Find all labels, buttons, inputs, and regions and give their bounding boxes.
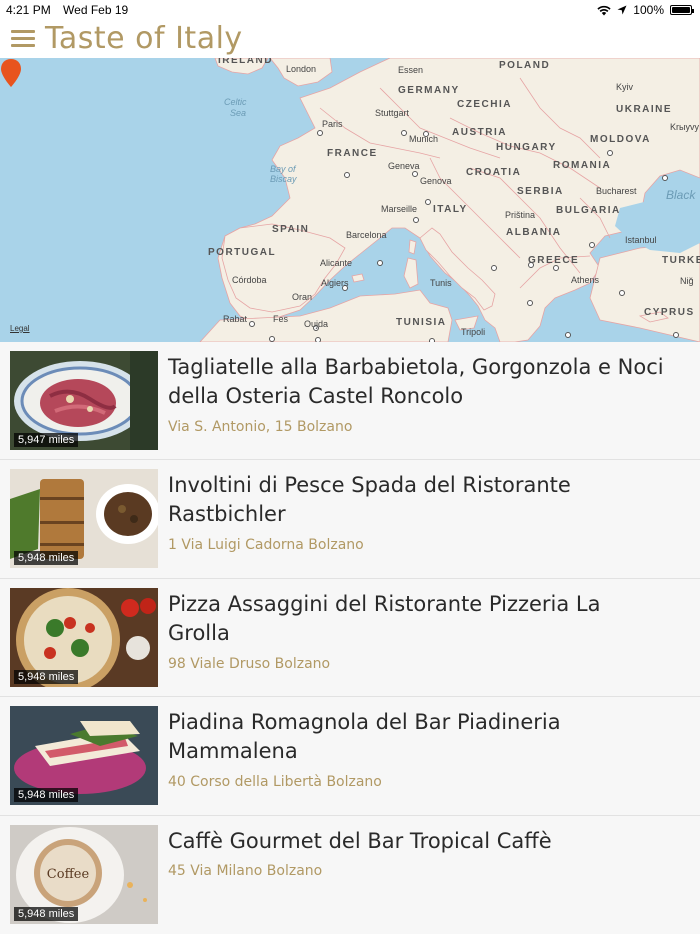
restaurant-row[interactable]: 5,948 miles Pizza Assaggini del Ristoran… bbox=[0, 578, 700, 698]
map-city-london: London bbox=[286, 64, 317, 74]
map-sea-black: Black bbox=[666, 188, 696, 202]
dish-thumbnail: Coffee 5,948 miles bbox=[10, 824, 158, 924]
location-arrow-icon bbox=[617, 5, 627, 15]
map-city-bucharest: Bucharest bbox=[596, 186, 637, 196]
map-city-marseille: Marseille bbox=[381, 204, 418, 214]
map-land bbox=[199, 58, 700, 342]
map-label-ireland: IRELAND bbox=[218, 58, 273, 66]
status-bar: 4:21 PM Wed Feb 19 100% bbox=[0, 0, 700, 20]
dish-thumbnail: 5,947 miles bbox=[10, 351, 158, 450]
restaurant-address: 45 Via Milano Bolzano bbox=[168, 862, 323, 879]
map-city-essen: Essen bbox=[398, 65, 424, 75]
map-sea-biscay-2: Biscay bbox=[270, 174, 297, 184]
map-city-barcelona: Barcelona bbox=[346, 230, 387, 240]
map-label-greece: GREECE bbox=[528, 255, 580, 266]
map-sea-biscay: Bay of bbox=[270, 164, 296, 174]
map-city-oujda: Oujda bbox=[304, 319, 329, 329]
map-city-geneva: Geneva bbox=[388, 161, 420, 171]
status-date: Wed Feb 19 bbox=[63, 3, 129, 17]
map-city-stuttgart: Stuttgart bbox=[375, 108, 410, 118]
map-city-kyiv: Kyiv bbox=[616, 82, 634, 92]
map-label-italy: ITALY bbox=[433, 204, 468, 215]
map-city-nigde: Niğ bbox=[680, 276, 694, 286]
map-label-tunisia: TUNISIA bbox=[396, 317, 447, 328]
battery-icon bbox=[670, 5, 694, 15]
restaurant-address: 98 Viale Druso Bolzano bbox=[168, 655, 331, 672]
restaurant-title: Pizza Assaggini del Ristorante Pizzeria … bbox=[168, 591, 601, 645]
restaurant-title: Piadina Romagnola del Bar Piadineria Mam… bbox=[168, 710, 561, 764]
restaurant-title: Involtini di Pesce Spada del Ristorante … bbox=[168, 473, 571, 527]
map-city-munich: Munich bbox=[409, 134, 439, 144]
map-city-alicante: Alicante bbox=[320, 258, 353, 268]
restaurant-address: 1 Via Luigi Cadorna Bolzano bbox=[168, 537, 364, 554]
map-city-tunis: Tunis bbox=[430, 278, 452, 288]
nav-bar: Taste of Italy bbox=[0, 20, 700, 58]
restaurant-address: 40 Corso della Libertà Bolzano bbox=[168, 774, 382, 791]
distance-badge: 5,948 miles bbox=[14, 669, 79, 684]
map-label-france: FRANCE bbox=[327, 148, 378, 159]
restaurant-row[interactable]: Coffee 5,948 miles Caffè Gourmet del Bar… bbox=[0, 815, 700, 934]
restaurant-title: Tagliatelle alla Barbabietola, Gorgonzol… bbox=[168, 355, 664, 408]
battery-percent: 100% bbox=[633, 3, 664, 17]
dish-thumbnail: 5,948 miles bbox=[10, 706, 158, 806]
distance-badge: 5,948 miles bbox=[14, 551, 79, 566]
map-city-rabat: Rabat bbox=[223, 314, 248, 324]
map-legal-link[interactable]: Legal bbox=[10, 324, 30, 333]
restaurant-address: Via S. Antonio, 15 Bolzano bbox=[168, 419, 353, 435]
map-label-cyprus: CYPRUS bbox=[644, 307, 695, 318]
map-city-genova: Genova bbox=[420, 176, 452, 186]
map-label-turkey: TURKE bbox=[662, 255, 700, 266]
restaurant-list: 5,947 miles Tagliatelle alla Barbabietol… bbox=[0, 342, 700, 934]
hamburger-menu-icon[interactable] bbox=[11, 30, 35, 48]
svg-text:Coffee: Coffee bbox=[47, 867, 90, 882]
map-label-bulgaria: BULGARIA bbox=[556, 205, 621, 216]
map-city-paris: Paris bbox=[322, 119, 343, 129]
status-time: 4:21 PM bbox=[6, 3, 51, 17]
distance-badge: 5,948 miles bbox=[14, 906, 79, 921]
map-label-hungary: HUNGARY bbox=[496, 142, 557, 153]
dish-thumbnail: 5,948 miles bbox=[10, 587, 158, 687]
map-label-czechia: CZECHIA bbox=[457, 99, 512, 110]
map-city-fes: Fes bbox=[273, 314, 289, 324]
status-right: 100% bbox=[597, 3, 694, 17]
app-title: Taste of Italy bbox=[45, 21, 243, 56]
map-label-austria: AUSTRIA bbox=[452, 127, 507, 138]
restaurant-row[interactable]: 5,947 miles Tagliatelle alla Barbabietol… bbox=[0, 342, 700, 461]
restaurant-row[interactable]: 5,948 miles Piadina Romagnola del Bar Pi… bbox=[0, 697, 700, 816]
map-city-cordoba: Córdoba bbox=[232, 275, 267, 285]
distance-badge: 5,948 miles bbox=[14, 788, 79, 803]
map-city-oran: Oran bbox=[292, 292, 313, 302]
dish-thumbnail: 5,948 miles bbox=[10, 469, 158, 569]
map-city-athens: Athens bbox=[571, 275, 600, 285]
restaurant-title: Caffè Gourmet del Bar Tropical Caffè bbox=[168, 828, 552, 853]
map-label-albania: ALBANIA bbox=[506, 227, 562, 238]
map-label-serbia: SERBIA bbox=[517, 186, 564, 197]
map-label-germany: GERMANY bbox=[398, 85, 460, 96]
status-left: 4:21 PM Wed Feb 19 bbox=[6, 3, 137, 17]
map-label-moldova: MOLDOVA bbox=[590, 134, 651, 145]
map-sea-celtic: Celtic bbox=[224, 97, 247, 107]
map-city-algiers: Algiers bbox=[321, 278, 349, 288]
map-label-romania: ROMANIA bbox=[553, 160, 612, 171]
map-label-ukraine: UKRAINE bbox=[616, 104, 673, 115]
map-label-spain: SPAIN bbox=[272, 224, 310, 235]
map-city-pristina: Priština bbox=[505, 210, 536, 220]
map-label-croatia: CROATIA bbox=[466, 167, 522, 178]
map-label-portugal: PORTUGAL bbox=[208, 247, 277, 258]
restaurant-row[interactable]: 5,948 miles Involtini di Pesce Spada del… bbox=[0, 460, 700, 579]
wifi-icon bbox=[597, 5, 611, 15]
map-city-tripoli: Tripoli bbox=[461, 327, 486, 337]
map-city-kryvyi: Krыyvy bbox=[670, 122, 699, 132]
map-view[interactable]: IRELAND POLAND GERMANY CZECHIA UKRAINE A… bbox=[0, 58, 700, 342]
map-sea-celtic-2: Sea bbox=[230, 108, 247, 118]
map-city-istanbul: Istanbul bbox=[625, 235, 657, 245]
map-label-poland: POLAND bbox=[499, 60, 551, 71]
map-pin-icon[interactable] bbox=[0, 58, 22, 88]
distance-badge: 5,947 miles bbox=[14, 433, 79, 447]
